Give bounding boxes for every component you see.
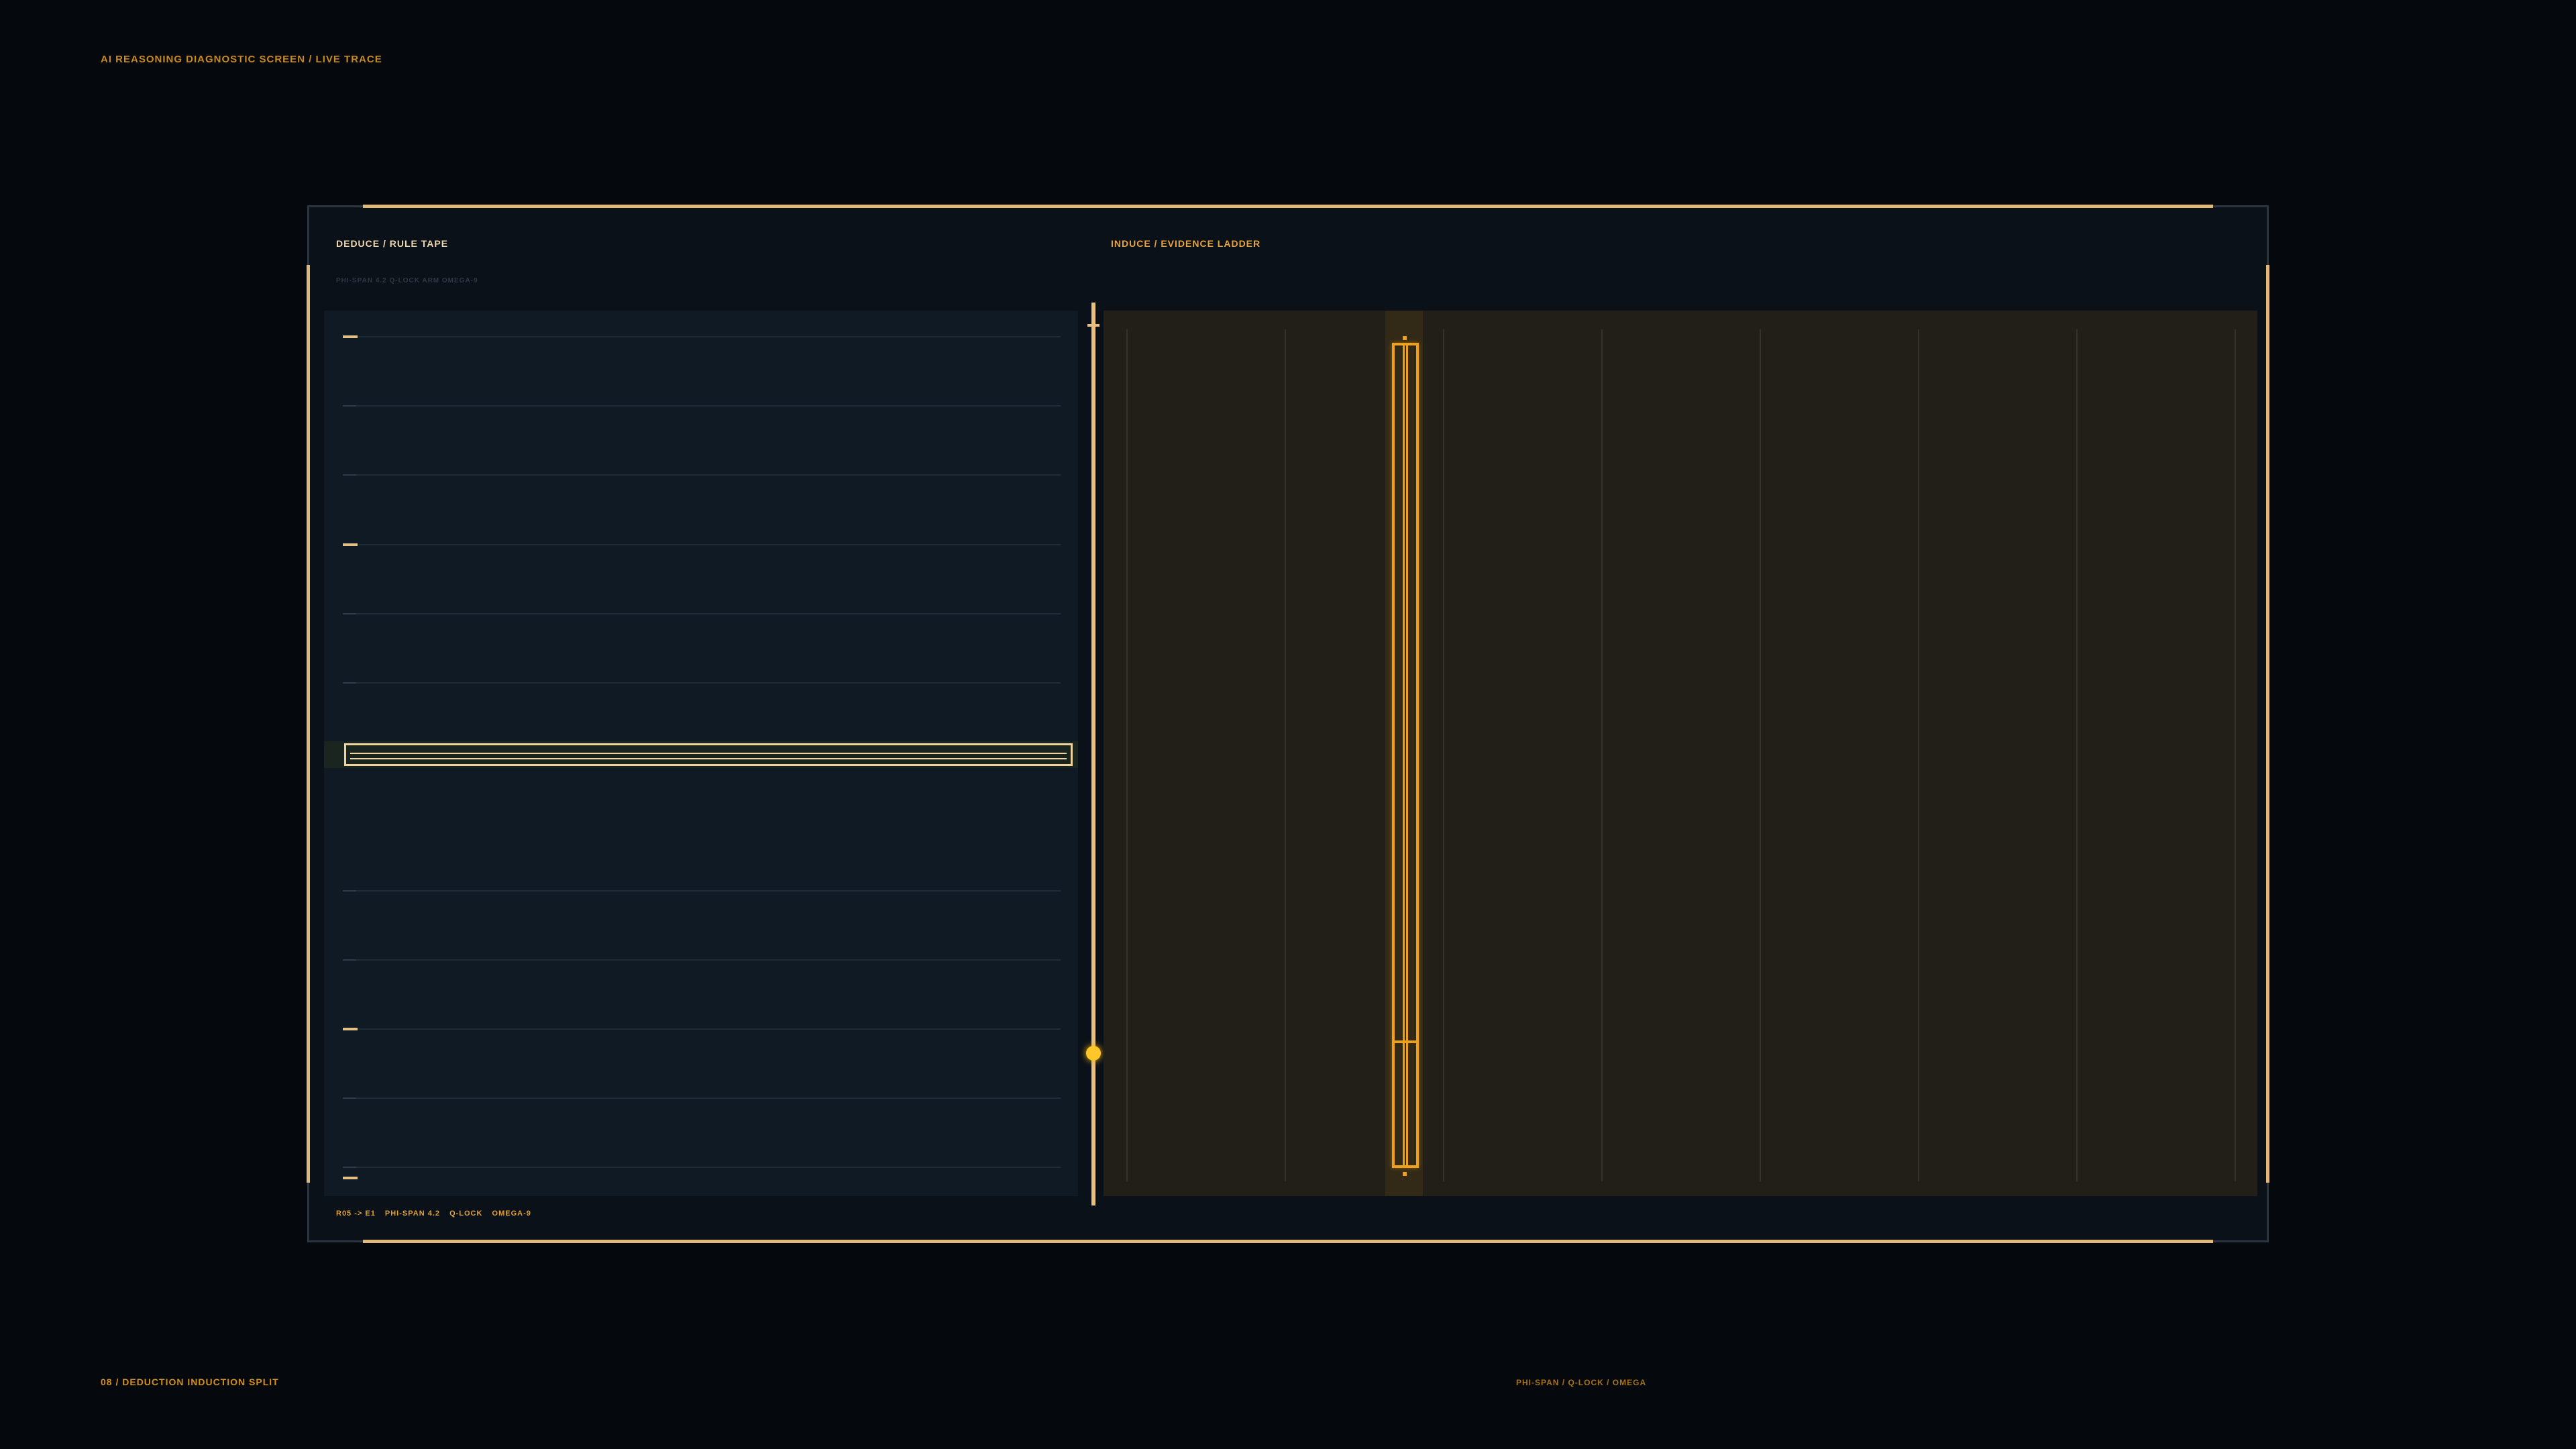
rule-tick bbox=[343, 613, 356, 614]
evidence-ladder[interactable] bbox=[1104, 311, 2257, 1196]
ladder-rung bbox=[1760, 329, 1761, 1181]
ladder-rung bbox=[2235, 329, 2236, 1181]
rule-tick bbox=[343, 1167, 356, 1168]
tape-row[interactable] bbox=[343, 1097, 1061, 1099]
ladder-rung bbox=[2076, 329, 2078, 1181]
deduce-meta-text: PHI-SPAN 4.2 Q-LOCK ARM OMEGA-9 bbox=[336, 277, 478, 284]
screen-title: AI REASONING DIAGNOSTIC SCREEN / LIVE TR… bbox=[101, 54, 382, 65]
tape-row[interactable] bbox=[343, 682, 1061, 684]
frame-left-edge bbox=[307, 265, 310, 1183]
status-item-q-lock: Q-LOCK bbox=[449, 1210, 483, 1218]
rule-tape[interactable] bbox=[324, 311, 1078, 1196]
induce-panel-title: INDUCE / EVIDENCE LADDER bbox=[1111, 238, 1261, 249]
rule-tick bbox=[343, 543, 358, 546]
tape-row[interactable] bbox=[343, 890, 1061, 892]
tape-row[interactable] bbox=[343, 405, 1061, 407]
tape-row[interactable] bbox=[343, 1177, 1061, 1179]
ladder-rung bbox=[1126, 329, 1128, 1181]
tape-row[interactable] bbox=[343, 474, 1061, 476]
rule-tick bbox=[343, 405, 356, 407]
rule-tick bbox=[343, 682, 356, 684]
tape-row[interactable] bbox=[343, 335, 1061, 338]
deduce-panel-title: DEDUCE / RULE TAPE bbox=[336, 238, 449, 249]
frame-top-edge bbox=[363, 205, 2213, 208]
tape-row[interactable] bbox=[343, 613, 1061, 614]
screen-footer-tags: PHI-SPAN / Q-LOCK / OMEGA bbox=[1516, 1378, 1647, 1387]
diagnostic-frame: DEDUCE / RULE TAPE INDUCE / EVIDENCE LAD… bbox=[307, 205, 2269, 1243]
trace-position-marker[interactable] bbox=[1086, 1046, 1101, 1061]
tape-row[interactable] bbox=[343, 543, 1061, 546]
split-tick-mark bbox=[1087, 324, 1099, 327]
focus-evidence-bar[interactable] bbox=[1392, 343, 1419, 1168]
rule-tick bbox=[343, 335, 358, 338]
frame-bottom-edge bbox=[363, 1240, 2213, 1243]
tape-row[interactable] bbox=[343, 959, 1061, 961]
tape-row[interactable] bbox=[343, 1167, 1061, 1168]
active-rule-bar[interactable] bbox=[344, 743, 1073, 766]
ladder-rung bbox=[1443, 329, 1444, 1181]
rule-tick bbox=[343, 890, 356, 892]
status-item-phi-span: PHI-SPAN 4.2 bbox=[384, 1210, 440, 1218]
ladder-rung bbox=[1918, 329, 1919, 1181]
ladder-rung bbox=[1285, 329, 1286, 1181]
rule-tick bbox=[343, 1177, 358, 1179]
split-divider[interactable] bbox=[1091, 303, 1095, 1205]
frame-right-edge bbox=[2266, 265, 2269, 1183]
status-item-route: R05 -> E1 bbox=[336, 1210, 376, 1218]
status-item-omega: OMEGA-9 bbox=[492, 1210, 531, 1218]
rule-tick bbox=[343, 1097, 356, 1099]
status-bar: R05 -> E1 PHI-SPAN 4.2 Q-LOCK OMEGA-9 bbox=[336, 1210, 538, 1218]
rule-tick bbox=[343, 1028, 358, 1030]
tape-row[interactable] bbox=[343, 1028, 1061, 1030]
ladder-rung bbox=[1601, 329, 1603, 1181]
rule-tick bbox=[343, 959, 356, 961]
rule-tick bbox=[343, 474, 356, 476]
screen-footer-title: 08 / DEDUCTION INDUCTION SPLIT bbox=[101, 1377, 279, 1387]
